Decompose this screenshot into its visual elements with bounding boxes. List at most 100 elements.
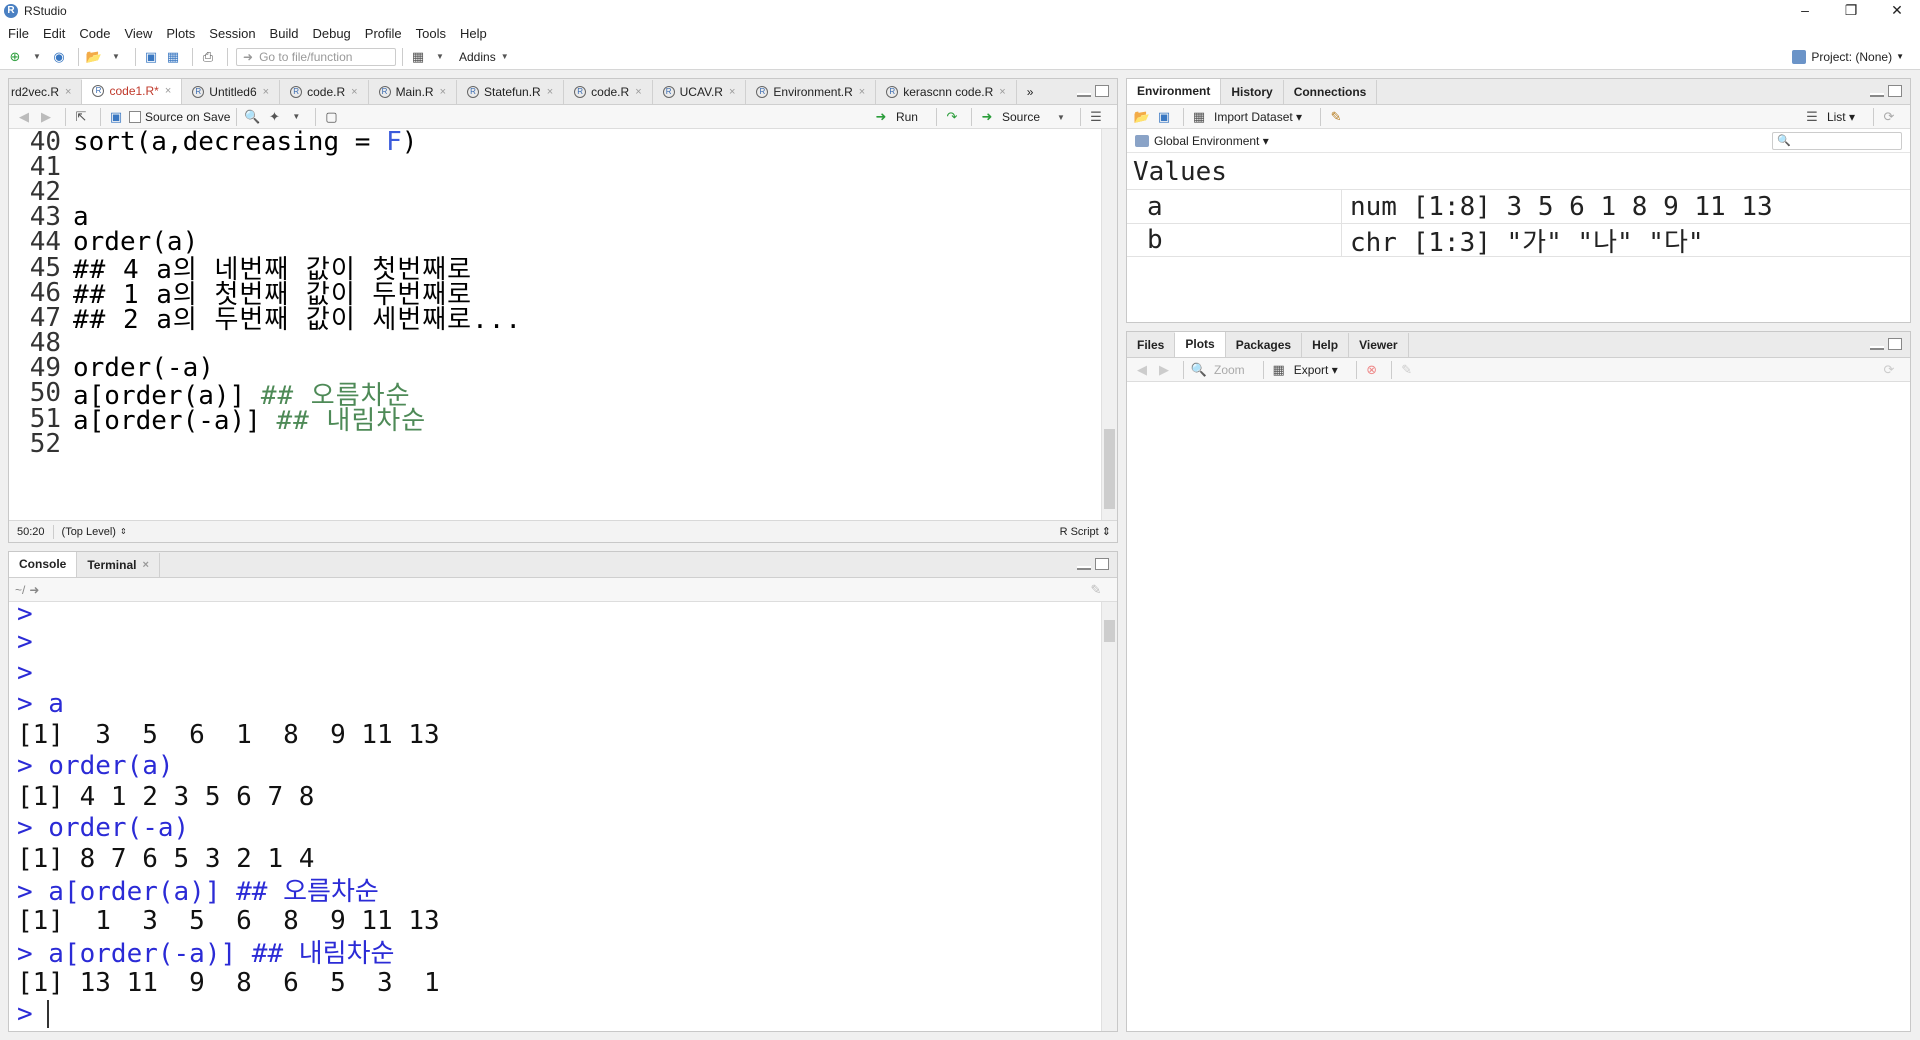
menu-plots[interactable]: Plots xyxy=(166,26,195,41)
save-icon[interactable]: ▣ xyxy=(142,48,160,66)
dropdown-arrow-icon[interactable]: ▼ xyxy=(496,48,514,66)
tab-editor-file[interactable]: R Statefun.R × xyxy=(457,80,565,104)
menu-help[interactable]: Help xyxy=(460,26,487,41)
menu-tools[interactable]: Tools xyxy=(416,26,446,41)
scrollbar-thumb[interactable] xyxy=(1104,620,1115,642)
tab-editor-file[interactable]: R Main.R × xyxy=(368,80,458,104)
close-tab-icon[interactable]: × xyxy=(165,85,171,97)
print-icon[interactable]: ⎙ xyxy=(199,48,217,66)
close-tab-icon[interactable]: × xyxy=(65,86,71,98)
scrollbar-thumb[interactable] xyxy=(1104,429,1115,509)
tab-editor-file[interactable]: Rcode.R × xyxy=(564,80,653,104)
menu-view[interactable]: View xyxy=(124,26,152,41)
tab-history[interactable]: History xyxy=(1221,80,1284,104)
tab-console[interactable]: Console xyxy=(9,552,78,577)
tab-plots[interactable]: Plots xyxy=(1175,332,1226,357)
close-tab-icon[interactable]: × xyxy=(859,86,865,98)
maximize-pane-icon[interactable] xyxy=(1888,338,1902,350)
search-icon[interactable]: 🔍 xyxy=(243,108,261,126)
environment-scope-dropdown[interactable]: Global Environment ▾ xyxy=(1154,134,1269,148)
save-icon[interactable]: ▣ xyxy=(107,108,125,126)
load-workspace-icon[interactable]: 📂 xyxy=(1133,108,1151,126)
forward-arrow-icon[interactable]: ▶ xyxy=(37,108,55,126)
view-mode-dropdown[interactable]: List ▾ xyxy=(1827,110,1855,124)
tab-connections[interactable]: Connections xyxy=(1283,80,1378,104)
addins-menu[interactable]: Addins xyxy=(459,50,496,64)
tab-editor-file[interactable]: Rkerascnn code.R × xyxy=(876,80,1017,104)
close-tab-icon[interactable]: × xyxy=(351,86,357,98)
save-workspace-icon[interactable]: ▣ xyxy=(1155,108,1173,126)
previous-plot-icon[interactable]: ◀ xyxy=(1133,361,1151,379)
export-button[interactable]: Export ▾ xyxy=(1294,363,1338,377)
grid-layout-icon[interactable]: ▦ xyxy=(409,48,427,66)
back-arrow-icon[interactable]: ◀ xyxy=(15,108,33,126)
dropdown-arrow-icon[interactable]: ▼ xyxy=(287,108,305,126)
minimize-button[interactable]: – xyxy=(1782,0,1828,22)
tab-editor-file[interactable]: rd2vec.R × xyxy=(9,80,83,104)
remove-plot-icon[interactable]: ⊗ xyxy=(1363,361,1381,379)
goto-directory-icon[interactable]: ➜ xyxy=(29,583,39,597)
tab-editor-file[interactable]: R Environment.R × xyxy=(746,80,877,104)
minimize-pane-icon[interactable] xyxy=(1870,346,1884,350)
import-dataset-button[interactable]: Import Dataset ▾ xyxy=(1214,110,1302,124)
menu-build[interactable]: Build xyxy=(270,26,299,41)
maximize-pane-icon[interactable] xyxy=(1095,85,1109,97)
new-project-icon[interactable]: ◉ xyxy=(50,48,68,66)
zoom-button[interactable]: Zoom xyxy=(1214,363,1245,377)
console-scrollbar[interactable] xyxy=(1101,602,1117,1031)
maximize-pane-icon[interactable] xyxy=(1888,85,1902,97)
close-tab-icon[interactable]: × xyxy=(999,86,1005,98)
tab-editor-file[interactable]: R Untitled6 × xyxy=(182,80,281,104)
magic-wand-icon[interactable]: ✦ xyxy=(265,108,283,126)
dropdown-arrow-icon[interactable]: ▼ xyxy=(431,48,449,66)
console-output[interactable]: > > > > a [1] 3 5 6 1 8 9 11 13 > order(… xyxy=(9,602,1101,1031)
minimize-pane-icon[interactable] xyxy=(1870,93,1884,97)
menu-edit[interactable]: Edit xyxy=(43,26,65,41)
dropdown-arrow-icon[interactable]: ▼ xyxy=(107,48,125,66)
tab-help[interactable]: Help xyxy=(1302,333,1350,357)
more-tabs-button[interactable]: » xyxy=(1016,80,1044,104)
close-tab-icon[interactable]: × xyxy=(263,86,269,98)
close-tab-icon[interactable]: × xyxy=(729,86,735,98)
code-editor[interactable]: 40 sort(a,decreasing = F) 41 42 43 a 44 ord… xyxy=(9,129,1101,520)
save-all-icon[interactable]: ▦ xyxy=(164,48,182,66)
open-file-icon[interactable]: 📂 xyxy=(85,48,103,66)
refresh-icon[interactable]: ⟳ xyxy=(1880,361,1898,379)
dropdown-arrow-icon[interactable]: ▼ xyxy=(28,48,46,66)
run-button[interactable]: Run xyxy=(896,110,918,124)
maximize-pane-icon[interactable] xyxy=(1095,558,1109,570)
environment-search-input[interactable]: 🔍 xyxy=(1772,132,1902,150)
environment-row[interactable]: b chr [1:3] "가" "나" "다" xyxy=(1127,223,1910,258)
project-menu[interactable]: Project: (None) ▼ xyxy=(1792,49,1904,64)
next-plot-icon[interactable]: ▶ xyxy=(1155,361,1173,379)
broom-icon[interactable]: ✎ xyxy=(1327,108,1345,126)
restore-button[interactable]: ❐ xyxy=(1828,0,1874,22)
menu-profile[interactable]: Profile xyxy=(365,26,402,41)
broom-icon[interactable]: ✎ xyxy=(1398,361,1416,379)
dropdown-arrow-icon[interactable]: ▼ xyxy=(1052,108,1070,126)
close-tab-icon[interactable]: × xyxy=(142,559,148,571)
menu-file[interactable]: File xyxy=(8,26,29,41)
minimize-pane-icon[interactable] xyxy=(1077,566,1091,570)
console-input-line[interactable]: > xyxy=(17,998,1101,1029)
document-outline-icon[interactable]: ☰ xyxy=(1087,108,1105,126)
tab-packages[interactable]: Packages xyxy=(1225,333,1303,357)
tab-editor-file[interactable]: R UCAV.R × xyxy=(652,80,747,104)
tab-environment[interactable]: Environment xyxy=(1127,79,1222,104)
clear-console-icon[interactable]: ✎ xyxy=(1087,581,1105,599)
menu-code[interactable]: Code xyxy=(79,26,110,41)
close-tab-icon[interactable]: × xyxy=(547,86,553,98)
minimize-pane-icon[interactable] xyxy=(1077,93,1091,97)
refresh-icon[interactable]: ⟳ xyxy=(1880,108,1898,126)
menu-session[interactable]: Session xyxy=(209,26,255,41)
tab-terminal[interactable]: Terminal × xyxy=(77,553,160,577)
editor-scrollbar[interactable] xyxy=(1101,129,1117,520)
tab-files[interactable]: Files xyxy=(1127,333,1176,357)
show-in-window-icon[interactable]: ⇱ xyxy=(72,108,90,126)
source-on-save-checkbox[interactable] xyxy=(129,110,141,123)
environment-row[interactable]: a num [1:8] 3 5 6 1 8 9 11 13 xyxy=(1127,189,1910,224)
goto-file-input[interactable]: ➜ Go to file/function xyxy=(236,47,396,66)
close-tab-icon[interactable]: × xyxy=(440,86,446,98)
close-tab-icon[interactable]: × xyxy=(635,86,641,98)
rerun-icon[interactable]: ↷ xyxy=(943,108,961,126)
